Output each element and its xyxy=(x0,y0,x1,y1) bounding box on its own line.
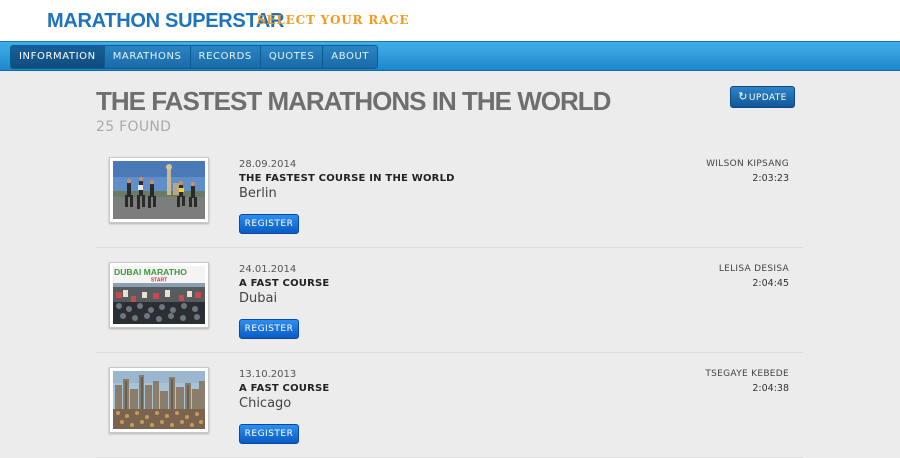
record-holder: WILSON KIPSANG xyxy=(706,159,789,169)
race-date: 24.01.2014 xyxy=(239,264,297,275)
berlin-runners-photo xyxy=(113,161,205,219)
main-navbar: INFORMATION MARATHONS RECORDS QUOTES ABO… xyxy=(0,41,900,71)
race-thumbnail-dubai[interactable]: DUBAI MARATHO START xyxy=(109,262,209,328)
race-thumbnail-berlin[interactable] xyxy=(109,157,209,223)
race-city: Berlin xyxy=(239,186,277,201)
dubai-start-photo: DUBAI MARATHO START xyxy=(113,266,205,324)
nav-item-about[interactable]: ABOUT xyxy=(323,46,378,68)
site-tagline: SELECT YOUR RACE xyxy=(257,13,410,27)
record-holder: LELISA DESISA xyxy=(718,264,789,274)
register-button[interactable]: REGISTER xyxy=(239,424,299,444)
race-item: 13.10.2013 A FAST COURSE Chicago REGISTE… xyxy=(96,353,803,458)
race-date: 28.09.2014 xyxy=(239,159,297,170)
nav-item-quotes[interactable]: QUOTES xyxy=(260,46,324,68)
race-headline: A FAST COURSE xyxy=(239,383,330,394)
race-date: 13.10.2013 xyxy=(239,369,297,380)
record-time: 2:04:38 xyxy=(752,383,789,394)
record-time: 2:04:45 xyxy=(752,278,789,289)
race-city: Chicago xyxy=(239,396,292,411)
dubai-banner-text: DUBAI MARATHO xyxy=(114,267,187,277)
dubai-banner-sub: START xyxy=(151,278,167,284)
record-time: 2:03:23 xyxy=(752,173,789,184)
update-button[interactable]: ↻UPDATE xyxy=(730,86,795,108)
page-title: THE FASTEST MARATHONS IN THE WORLD xyxy=(96,86,611,116)
chicago-skyline-photo xyxy=(113,371,205,429)
record-holder: TSEGAYE KEBEDE xyxy=(705,369,789,379)
race-headline: THE FASTEST COURSE IN THE WORLD xyxy=(239,173,455,184)
race-item: 28.09.2014 THE FASTEST COURSE IN THE WOR… xyxy=(96,143,803,248)
site-header: MARATHON SUPERSTAR SELECT YOUR RACE xyxy=(0,0,900,41)
race-thumbnail-chicago[interactable] xyxy=(109,367,209,433)
race-headline: A FAST COURSE xyxy=(239,278,330,289)
site-brand[interactable]: MARATHON SUPERSTAR xyxy=(47,10,285,33)
update-label: UPDATE xyxy=(748,93,787,103)
nav-item-information[interactable]: INFORMATION xyxy=(11,46,105,68)
race-city: Dubai xyxy=(239,291,278,306)
register-button[interactable]: REGISTER xyxy=(239,214,299,234)
results-count: 25 FOUND xyxy=(96,119,172,135)
nav-item-marathons[interactable]: MARATHONS xyxy=(104,46,191,68)
nav-menu: INFORMATION MARATHONS RECORDS QUOTES ABO… xyxy=(10,45,379,69)
register-button[interactable]: REGISTER xyxy=(239,319,299,339)
race-item: DUBAI MARATHO START 24.01.2014 A FAST CO… xyxy=(96,248,803,353)
nav-item-records[interactable]: RECORDS xyxy=(190,46,261,68)
refresh-icon: ↻ xyxy=(738,90,748,103)
race-list: 28.09.2014 THE FASTEST COURSE IN THE WOR… xyxy=(96,143,803,458)
